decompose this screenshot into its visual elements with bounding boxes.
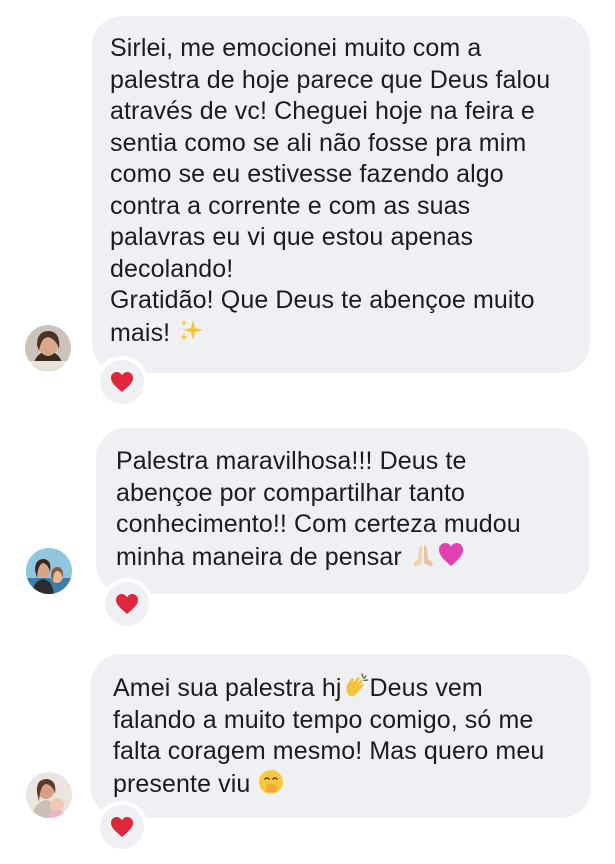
red-heart-icon [111,372,133,392]
message-text-wrap: Amei sua palestra hj Deus vem falando a m… [113,672,569,800]
avatar[interactable] [25,325,71,371]
reaction-heart[interactable] [96,801,148,853]
folded-hands-icon [409,541,437,569]
message-1: Sirlei, me emocionei muito com a palestr… [0,0,615,408]
red-heart-icon [111,817,133,837]
face-with-hand-over-mouth-icon [257,768,285,796]
message-text-second: Gratidão! Que Deus te abençoe muito mais… [110,285,572,349]
message-text: Sirlei, me emocionei muito com a palestr… [110,34,551,283]
sparkles-icon [177,317,205,345]
avatar[interactable] [26,772,72,818]
red-heart-icon [116,594,138,614]
profile-photo-woman-1-icon [25,325,71,371]
profile-photo-woman-child-icon [26,548,72,594]
comment-thread: Sirlei, me emocionei muito com a palestr… [0,0,615,864]
message-text-second-body: Gratidão! Que Deus te abençoe muito mais… [110,286,535,347]
message-3: Amei sua palestra hj Deus vem falando a m… [0,630,615,864]
message-bubble[interactable]: Palestra maravilhosa!!! Deus te abençoe … [96,428,589,594]
reaction-heart[interactable] [101,578,153,630]
profile-photo-woman-baby-icon [26,772,72,818]
pink-heart-icon [437,541,465,569]
message-text-before: Amei sua palestra hj [113,674,342,702]
avatar[interactable] [26,548,72,594]
clapping-hands-icon [342,672,370,700]
message-text-wrap: Palestra maravilhosa!!! Deus te abençoe … [116,446,569,573]
message-bubble[interactable]: Sirlei, me emocionei muito com a palestr… [92,16,590,373]
message-2: Palestra maravilhosa!!! Deus te abençoe … [0,400,615,630]
message-bubble[interactable]: Amei sua palestra hj Deus vem falando a m… [91,654,591,818]
